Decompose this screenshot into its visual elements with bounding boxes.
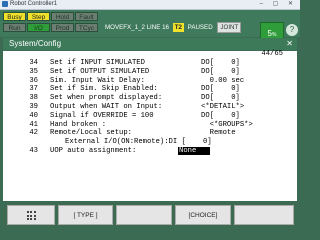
screen-header: System/Config ✕ [3, 38, 297, 50]
status-bar: Busy Step Hold Fault Run I/O Prod TCyc M… [0, 10, 300, 46]
row-label: Hand broken : [50, 120, 107, 129]
row-label: UOP auto assignment: [50, 146, 137, 155]
row-label: Set if INPUT SIMULATED [50, 59, 145, 67]
row-number: 39 [29, 102, 38, 111]
led-prod: Prod [51, 23, 74, 32]
window-controls[interactable]: – ▢ ✕ [260, 0, 297, 9]
row-number: 40 [29, 111, 38, 120]
row-label: Remote/Local setup: [50, 129, 132, 138]
row-number: 37 [29, 85, 38, 94]
mode-badge: T2 [172, 23, 184, 32]
row-label: Sim. Input Wait Delay: [50, 76, 145, 85]
program-line: MOVEFX_1_2 LINE 16 [105, 24, 169, 31]
config-panel: 44/65 34 Set if INPUT SIMULATED DO[ 0] 35 S… [3, 50, 297, 201]
row-value[interactable]: DO[ 0] [201, 112, 240, 121]
f2-button[interactable] [116, 205, 172, 225]
program-status: MOVEFX_1_2 LINE 16 T2 PAUSED JOINT [105, 22, 242, 33]
row-number: 35 [29, 67, 38, 76]
f1-type-button[interactable]: [ TYPE ] [58, 205, 113, 225]
row-label: Set when prompt displayed: [50, 94, 163, 103]
help-icon[interactable]: ? [286, 24, 298, 36]
close-icon[interactable]: ✕ [286, 38, 293, 50]
screen-title: System/Config [9, 39, 62, 48]
led-step: Step [27, 12, 50, 21]
led-hold: Hold [51, 12, 74, 21]
row-label: Signal if OVERRIDE = 100 [50, 111, 154, 120]
row-number: 43 [29, 146, 38, 155]
led-tcyc: TCyc [75, 23, 98, 32]
window-title: Robot Controller1 [10, 1, 58, 7]
run-state: PAUSED [187, 24, 213, 31]
coord-system[interactable]: JOINT [217, 22, 242, 33]
row-value[interactable]: DO[ 0] [201, 94, 240, 103]
page-indicator: 44/65 [261, 50, 283, 58]
led-run: Run [3, 23, 26, 32]
row-number: 34 [29, 59, 38, 67]
led-io: I/O [27, 23, 50, 32]
row-number: 41 [29, 120, 38, 129]
row-label: Set if OUTPUT SIMULATED [50, 67, 150, 76]
row-value[interactable]: DO[ 0] [201, 68, 240, 77]
window-titlebar: Robot Controller1 – ▢ ✕ [0, 0, 300, 10]
row-number: 36 [29, 76, 38, 85]
row-value[interactable]: DO[ 0] [201, 59, 240, 68]
menu-grid-button[interactable] [7, 205, 55, 225]
row-value[interactable]: Remote [201, 129, 236, 138]
row-value[interactable]: <*DETAIL*> [201, 103, 244, 112]
row-label: External I/O(ON:Remote):DI [ 0] [65, 138, 212, 147]
selected-value[interactable]: None [178, 146, 211, 155]
row-value[interactable]: 0.00 sec [201, 77, 245, 86]
app-icon [2, 1, 8, 7]
row-number: 42 [29, 129, 38, 138]
led-busy: Busy [3, 12, 26, 21]
row-label: Output when WAIT on Input: [50, 102, 163, 111]
f4-button[interactable] [234, 205, 294, 225]
row-label: Set if Sim. Skip Enabled: [50, 85, 158, 94]
grid-icon [26, 211, 36, 220]
led-fault: Fault [75, 12, 98, 21]
row-value[interactable]: DO[ 0] [201, 85, 240, 94]
function-key-bar: [ TYPE ] [CHOICE] [3, 202, 297, 228]
f3-choice-button[interactable]: [CHOICE] [175, 205, 231, 225]
row-value[interactable]: <*GROUPS*> [201, 121, 253, 130]
row-value-selected[interactable]: None [178, 146, 211, 156]
row-number: 38 [29, 94, 38, 103]
